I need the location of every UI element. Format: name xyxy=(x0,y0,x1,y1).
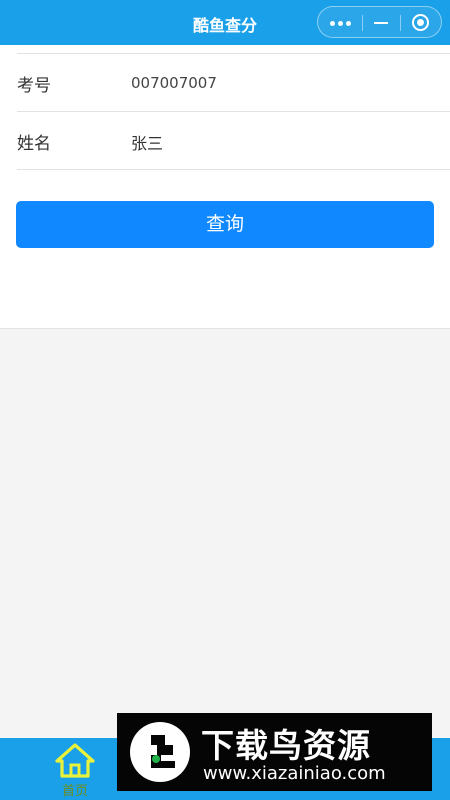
capsule-divider xyxy=(362,15,363,31)
home-icon xyxy=(55,743,95,778)
target-circle-icon[interactable] xyxy=(412,14,429,31)
title-bar: 酷鱼查分 xyxy=(0,0,450,45)
exam-number-label: 考号 xyxy=(17,76,51,96)
watermark-url: www.xiazainiao.com xyxy=(203,763,386,784)
query-form: 考号 007007007 姓名 张三 查询 xyxy=(0,45,450,329)
exam-number-field[interactable]: 007007007 xyxy=(131,74,217,92)
miniprogram-capsule xyxy=(317,6,442,38)
capsule-divider xyxy=(400,15,401,31)
name-row[interactable]: 姓名 张三 xyxy=(17,112,450,170)
watermark-banner: 下载鸟资源 www.xiazainiao.com xyxy=(117,713,432,791)
watermark-title: 下载鸟资源 xyxy=(201,726,371,765)
name-field[interactable]: 张三 xyxy=(131,130,163,154)
more-dots-icon[interactable] xyxy=(330,21,354,27)
exam-number-row[interactable]: 考号 007007007 xyxy=(17,54,450,112)
minimize-icon[interactable] xyxy=(374,22,388,24)
query-button[interactable]: 查询 xyxy=(16,201,434,248)
xiazainiao-logo xyxy=(130,722,190,782)
name-label: 姓名 xyxy=(17,134,51,154)
